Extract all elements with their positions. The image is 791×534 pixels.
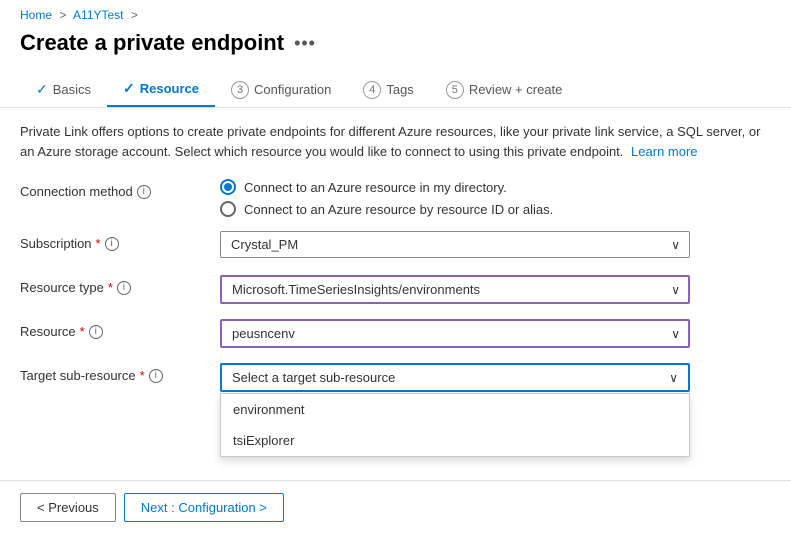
resource-type-row: Resource type * i Microsoft.TimeSeriesIn… [20, 275, 771, 305]
resource-control[interactable]: peusncenv ∨ [220, 319, 771, 348]
tab-review-label: Review + create [469, 82, 563, 97]
circle-num-configuration: 3 [231, 81, 249, 99]
tab-tags[interactable]: 4 Tags [347, 73, 429, 107]
resource-select[interactable]: peusncenv [220, 319, 690, 348]
connection-method-radio-group: Connect to an Azure resource in my direc… [220, 179, 771, 217]
tab-basics[interactable]: ✓ Basics [20, 73, 107, 106]
subscription-row: Subscription * i Crystal_PM ∨ [20, 231, 771, 261]
tab-tags-label: Tags [386, 82, 413, 97]
breadcrumb-a11ytest[interactable]: A11YTest [73, 8, 123, 22]
check-icon-resource: ✓ [123, 80, 135, 97]
radio-circle-selected [220, 179, 236, 195]
radio-resource-id[interactable]: Connect to an Azure resource by resource… [220, 201, 771, 217]
radio-my-directory[interactable]: Connect to an Azure resource in my direc… [220, 179, 771, 195]
resource-type-select[interactable]: Microsoft.TimeSeriesInsights/environment… [220, 275, 690, 304]
target-sub-resource-open-container[interactable]: Select a target sub-resource ∨ environme… [220, 363, 690, 392]
connection-method-label: Connection method i [20, 179, 220, 199]
previous-button[interactable]: < Previous [20, 493, 116, 522]
resource-type-required: * [108, 280, 113, 295]
target-sub-resource-info-icon[interactable]: i [149, 369, 163, 383]
resource-dropdown-wrapper[interactable]: peusncenv ∨ [220, 319, 690, 348]
description-box: Private Link offers options to create pr… [0, 108, 791, 171]
check-icon-basics: ✓ [36, 81, 48, 98]
dropdown-option-tsiexplorer[interactable]: tsiExplorer [221, 425, 689, 456]
circle-num-review: 5 [446, 81, 464, 99]
page-title: Create a private endpoint [20, 30, 284, 56]
subscription-info-icon[interactable]: i [105, 237, 119, 251]
breadcrumb-sep1: > [59, 8, 66, 22]
radio-resource-id-label: Connect to an Azure resource by resource… [244, 202, 553, 217]
tab-review[interactable]: 5 Review + create [430, 73, 579, 107]
resource-row: Resource * i peusncenv ∨ [20, 319, 771, 349]
tab-configuration-label: Configuration [254, 82, 331, 97]
learn-more-link[interactable]: Learn more [631, 144, 697, 159]
breadcrumb: Home > A11YTest > [0, 0, 791, 26]
target-sub-resource-row: Target sub-resource * i Select a target … [20, 363, 771, 393]
connection-method-info-icon[interactable]: i [137, 185, 151, 199]
tab-configuration[interactable]: 3 Configuration [215, 73, 347, 107]
resource-type-label: Resource type * i [20, 275, 220, 295]
tab-resource-label: Resource [140, 81, 199, 96]
target-sub-resource-button[interactable]: Select a target sub-resource ∨ [220, 363, 690, 392]
target-sub-resource-required: * [140, 368, 145, 383]
next-button[interactable]: Next : Configuration > [124, 493, 284, 522]
resource-type-control[interactable]: Microsoft.TimeSeriesInsights/environment… [220, 275, 771, 304]
radio-circle-unselected [220, 201, 236, 217]
target-sub-resource-placeholder: Select a target sub-resource [232, 370, 395, 385]
subscription-required: * [96, 236, 101, 251]
form-area: Connection method i Connect to an Azure … [0, 171, 791, 415]
subscription-select[interactable]: Crystal_PM [220, 231, 690, 258]
breadcrumb-sep2: > [131, 8, 138, 22]
target-sub-resource-control[interactable]: Select a target sub-resource ∨ environme… [220, 363, 771, 392]
tabs-row: ✓ Basics ✓ Resource 3 Configuration 4 Ta… [0, 72, 791, 108]
subscription-label: Subscription * i [20, 231, 220, 251]
target-sub-resource-arrow: ∨ [669, 371, 678, 385]
breadcrumb-home[interactable]: Home [20, 8, 52, 22]
dropdown-option-environment[interactable]: environment [221, 394, 689, 425]
resource-type-info-icon[interactable]: i [117, 281, 131, 295]
resource-info-icon[interactable]: i [89, 325, 103, 339]
radio-my-directory-label: Connect to an Azure resource in my direc… [244, 180, 507, 195]
circle-num-tags: 4 [363, 81, 381, 99]
resource-type-dropdown-wrapper[interactable]: Microsoft.TimeSeriesInsights/environment… [220, 275, 690, 304]
page-title-row: Create a private endpoint ••• [0, 26, 791, 72]
tab-basics-label: Basics [53, 82, 91, 97]
tab-resource[interactable]: ✓ Resource [107, 72, 215, 107]
subscription-dropdown-wrapper[interactable]: Crystal_PM ∨ [220, 231, 690, 258]
subscription-control[interactable]: Crystal_PM ∨ [220, 231, 771, 258]
footer-buttons: < Previous Next : Configuration > [0, 480, 791, 534]
more-options-icon[interactable]: ••• [294, 33, 316, 54]
connection-method-row: Connection method i Connect to an Azure … [20, 179, 771, 217]
connection-method-control: Connect to an Azure resource in my direc… [220, 179, 771, 217]
resource-label: Resource * i [20, 319, 220, 339]
target-sub-resource-dropdown-list: environment tsiExplorer [220, 393, 690, 457]
resource-required: * [80, 324, 85, 339]
target-sub-resource-label: Target sub-resource * i [20, 363, 220, 383]
